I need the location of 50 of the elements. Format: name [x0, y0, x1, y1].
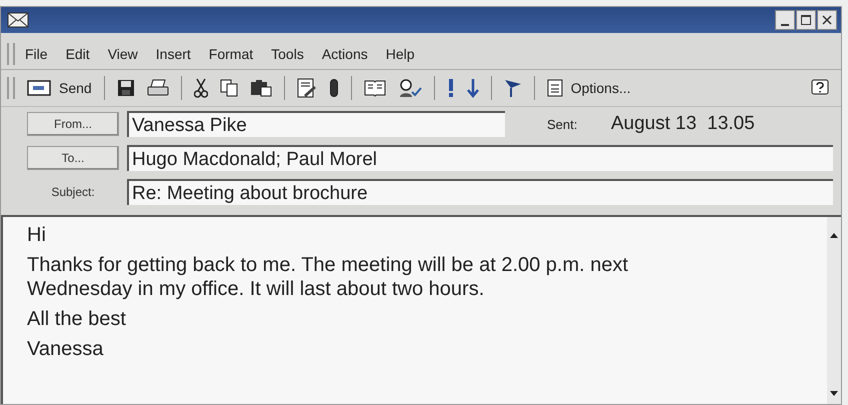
- envelope-icon: [7, 12, 29, 28]
- book-icon[interactable]: [364, 79, 386, 97]
- flag-icon[interactable]: [504, 78, 522, 98]
- to-button[interactable]: To...: [27, 146, 119, 170]
- save-icon[interactable]: [116, 79, 135, 97]
- menu-item[interactable]: Help: [386, 46, 415, 62]
- maximize-button[interactable]: [796, 10, 816, 30]
- minimize-button[interactable]: [775, 10, 795, 30]
- scroll-up-icon[interactable]: [829, 231, 839, 239]
- document-icon: [546, 79, 563, 97]
- subject-label: Subject:: [50, 185, 96, 199]
- message-paragraph: Hi: [27, 223, 47, 247]
- menu-item[interactable]: View: [108, 46, 138, 62]
- options-button[interactable]: Options...: [546, 79, 631, 97]
- scissors-icon[interactable]: [194, 78, 208, 98]
- printer-icon[interactable]: [146, 79, 169, 97]
- menu-item[interactable]: Insert: [156, 46, 191, 62]
- menu-item[interactable]: Actions: [322, 46, 368, 62]
- menu-item[interactable]: Edit: [66, 46, 90, 62]
- message-paragraph: All the best: [27, 307, 127, 331]
- paste-icon[interactable]: [250, 79, 272, 97]
- help-icon[interactable]: [811, 79, 829, 97]
- person-check-icon[interactable]: [398, 78, 422, 98]
- down-arrow-icon[interactable]: [466, 78, 479, 98]
- subject-field[interactable]: Re: Meeting about brochure: [127, 179, 833, 205]
- grip-handle[interactable]: [7, 43, 15, 65]
- close-button[interactable]: [817, 10, 837, 30]
- menu-item[interactable]: Format: [208, 46, 254, 62]
- send-button[interactable]: Send: [27, 79, 92, 97]
- from-button[interactable]: From...: [27, 112, 119, 136]
- sent-date: August 13 13.05: [611, 113, 755, 135]
- close-icon: [821, 14, 833, 26]
- exclamation-icon[interactable]: [446, 78, 455, 98]
- from-field[interactable]: Vanessa Pike: [127, 111, 505, 137]
- compose-icon[interactable]: [296, 78, 317, 98]
- minimize-icon: [781, 24, 789, 26]
- sent-label: Sent:: [547, 116, 578, 132]
- menu-item[interactable]: Tools: [271, 46, 304, 62]
- message-body[interactable]: Hi Thanks for getting back to me. The meeting will be at 2.00 p.m. next Wednesday in my office. It will last about two hours. All the best Vanessa: [1, 215, 841, 404]
- message-paragraph: Thanks for getting back to me. The meeting will be at 2.00 p.m. next Wednesday in my office. It will last about two hours.: [27, 253, 630, 301]
- envelope-icon: [27, 79, 51, 97]
- scrollbar[interactable]: [827, 217, 841, 404]
- copy-icon[interactable]: [220, 79, 238, 97]
- menu-item[interactable]: File: [25, 46, 48, 62]
- paperclip-icon[interactable]: [328, 78, 339, 98]
- to-field[interactable]: Hugo Macdonald; Paul Morel: [127, 145, 833, 171]
- message-paragraph: Vanessa: [27, 337, 104, 361]
- grip-handle[interactable]: [7, 77, 15, 99]
- scroll-down-icon[interactable]: [829, 390, 839, 398]
- maximize-icon: [800, 14, 812, 26]
